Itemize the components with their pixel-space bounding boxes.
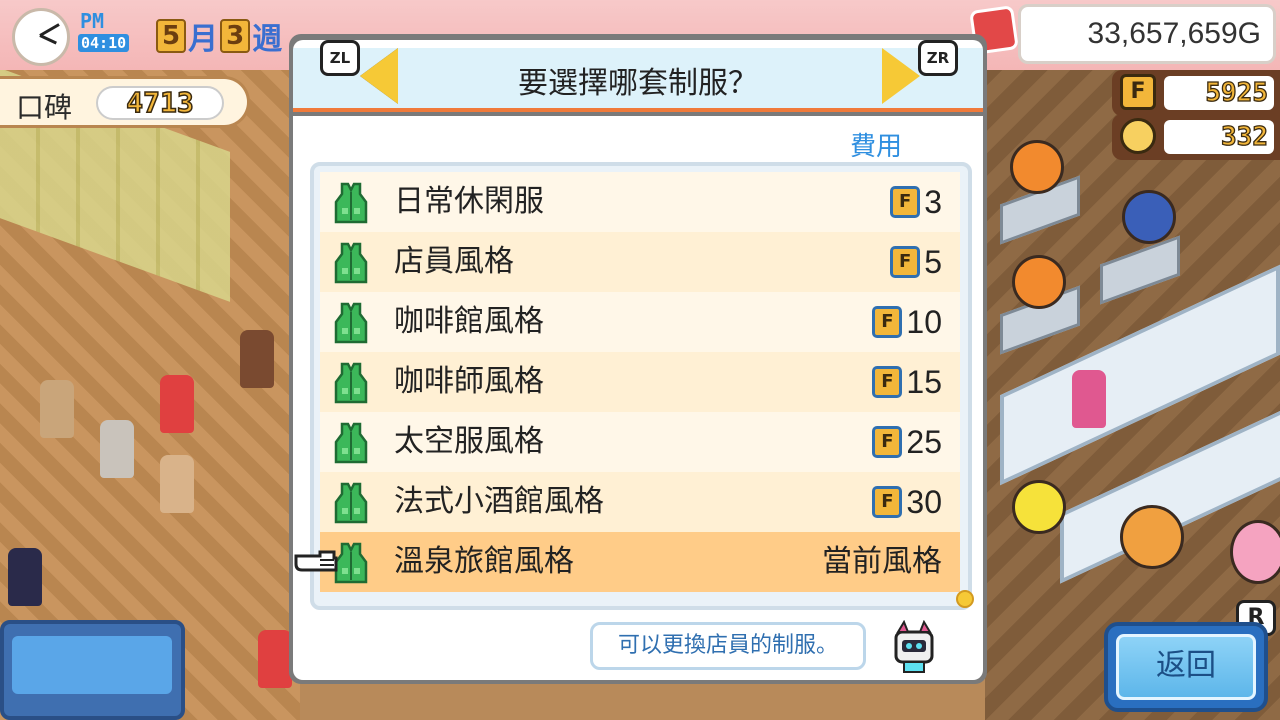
reputation-label: 口碑 <box>16 91 73 124</box>
back-button[interactable]: 返回 <box>1116 634 1256 700</box>
uniform-cost: F 30 <box>872 484 942 520</box>
bottom-left-window <box>12 636 172 694</box>
points-icon: F <box>872 486 903 518</box>
uniform-name: 太空服風格 <box>394 424 544 459</box>
robot-assistant-icon <box>894 620 934 673</box>
am-pm-label: PM <box>80 9 105 33</box>
game-time: 04:10 <box>78 34 130 52</box>
current-style-label: 當前風格 <box>822 544 942 579</box>
customer-npc <box>160 455 194 513</box>
points-icon: F <box>890 246 921 278</box>
points-icon: F <box>890 186 921 218</box>
uniform-row[interactable]: 太空服風格 F 25 <box>320 412 960 472</box>
scroll-indicator[interactable] <box>956 590 974 608</box>
month-label: 月 <box>188 22 219 57</box>
mascot-figure <box>1120 505 1184 569</box>
coins-value: 332 <box>1164 120 1274 154</box>
uniform-row[interactable]: 法式小酒館風格 F 30 <box>320 472 960 532</box>
mascot-figure <box>1012 255 1066 309</box>
uniform-name: 法式小酒館風格 <box>394 484 604 519</box>
coin-icon <box>1120 118 1156 154</box>
month-value: 5 <box>156 19 187 53</box>
uniform-cost: F3 <box>890 184 942 220</box>
pointing-hand-icon <box>294 550 338 572</box>
cost-column-header: 費用 <box>850 132 903 162</box>
uniform-name: 店員風格 <box>394 244 514 279</box>
mascot-figure <box>1010 140 1064 194</box>
mascot-figure <box>1122 190 1176 244</box>
points-icon: F <box>872 426 903 458</box>
uniform-icon <box>332 480 370 524</box>
uniform-name: 溫泉旅館風格 <box>394 544 574 579</box>
cost-value: 10 <box>906 304 942 340</box>
uniform-name: 日常休閑服 <box>394 184 544 219</box>
uniform-list: 日常休閑服 F 3 店員風格 F 5 咖啡館風格 F 10 咖啡師風格 F 15 太空服風格 F 25 法式小… <box>320 172 960 592</box>
staff-npc <box>258 630 292 688</box>
week-label: 週 <box>252 22 283 57</box>
points-icon: F <box>872 366 903 398</box>
points-value: 5925 <box>1164 76 1274 110</box>
game-date: 5 月 3 週 <box>156 14 282 58</box>
uniform-icon <box>332 420 370 464</box>
cost-value: 5 <box>924 244 942 280</box>
money-display: 33,657,659G <box>1018 4 1276 64</box>
customer-npc <box>160 375 194 433</box>
points-icon: F <box>872 306 903 338</box>
hint-bubble: 可以更換店員的制服。 <box>590 622 866 670</box>
uniform-cost: F 25 <box>872 424 942 460</box>
zr-button-tag[interactable]: ZR <box>918 40 958 76</box>
uniform-icon <box>332 300 370 344</box>
previous-arrow-icon[interactable] <box>360 48 398 104</box>
zl-button-tag[interactable]: ZL <box>320 40 360 76</box>
uniform-row[interactable]: 日常休閑服 F 3 <box>320 172 960 232</box>
next-arrow-icon[interactable] <box>882 48 920 104</box>
cost-value: 15 <box>906 364 942 400</box>
uniform-cost: F5 <box>890 244 942 280</box>
uniform-cost: 當前風格 <box>822 544 942 580</box>
reputation-value: 4713 <box>96 86 224 120</box>
uniform-row[interactable]: 咖啡館風格 F 10 <box>320 292 960 352</box>
customer-npc <box>240 330 274 388</box>
uniform-cost: F 15 <box>872 364 942 400</box>
uniform-cost: F 10 <box>872 304 942 340</box>
coins-panel: 332 <box>1112 114 1280 160</box>
cost-value: 30 <box>906 484 942 520</box>
mascot-figure <box>1012 480 1066 534</box>
week-value: 3 <box>220 19 251 53</box>
uniform-name: 咖啡師風格 <box>394 364 544 399</box>
uniform-row[interactable]: 咖啡師風格 F 15 <box>320 352 960 412</box>
cat-npc <box>8 548 42 606</box>
customer-npc <box>100 420 134 478</box>
cost-value: 25 <box>906 424 942 460</box>
uniform-name: 咖啡館風格 <box>394 304 544 339</box>
customer-npc <box>40 380 74 438</box>
points-panel: F 5925 <box>1112 70 1280 116</box>
points-icon: F <box>1120 74 1156 110</box>
uniform-icon <box>332 360 370 404</box>
uniform-icon <box>332 180 370 224</box>
uniform-icon <box>332 240 370 284</box>
uniform-row[interactable]: 溫泉旅館風格 當前風格 <box>320 532 960 592</box>
mascot-figure <box>1230 520 1280 584</box>
staff-npc <box>1072 370 1106 428</box>
uniform-row[interactable]: 店員風格 F 5 <box>320 232 960 292</box>
cost-value: 3 <box>924 184 942 220</box>
